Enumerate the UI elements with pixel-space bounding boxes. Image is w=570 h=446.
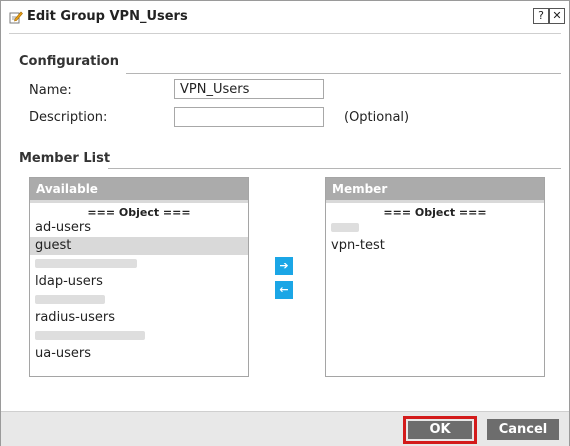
available-item-ua-users[interactable]: ua-users bbox=[30, 345, 248, 363]
redacted-text bbox=[331, 223, 359, 232]
edit-icon bbox=[9, 9, 23, 24]
redacted-text bbox=[35, 331, 145, 340]
description-input[interactable] bbox=[174, 107, 324, 127]
edit-group-dialog: Edit Group VPN_Users ? ✕ Configuration N… bbox=[0, 0, 570, 446]
member-list[interactable]: Member === Object === vpn-test bbox=[325, 177, 545, 377]
member-list-section-title: Member List bbox=[19, 151, 111, 166]
name-input[interactable] bbox=[174, 79, 324, 99]
available-item-ldap-users[interactable]: ldap-users bbox=[30, 273, 248, 291]
available-item-ad-users[interactable]: ad-users bbox=[30, 219, 248, 237]
dialog-title: Edit Group VPN_Users bbox=[27, 9, 188, 24]
arrow-right-icon: ➔ bbox=[279, 259, 289, 272]
configuration-divider bbox=[126, 73, 561, 74]
available-item-radius-users[interactable]: radius-users bbox=[30, 309, 248, 327]
name-label: Name: bbox=[29, 83, 72, 98]
redacted-text bbox=[35, 259, 137, 268]
available-item-guest[interactable]: guest bbox=[30, 237, 248, 255]
title-bar: Edit Group VPN_Users ? ✕ bbox=[1, 1, 569, 33]
member-item-vpn-test[interactable]: vpn-test bbox=[326, 237, 544, 255]
available-item-redacted[interactable] bbox=[30, 327, 248, 345]
redacted-text bbox=[35, 295, 105, 304]
cancel-button[interactable]: Cancel bbox=[487, 419, 559, 440]
available-item-redacted[interactable] bbox=[30, 255, 248, 273]
available-list-header: Available bbox=[30, 178, 248, 200]
list-header-separator bbox=[326, 200, 544, 203]
remove-from-member-button[interactable]: ← bbox=[275, 281, 293, 299]
dialog-footer: OK Cancel bbox=[1, 411, 569, 446]
list-header-separator bbox=[30, 200, 248, 203]
description-label: Description: bbox=[29, 110, 108, 125]
ok-button-highlight: OK bbox=[403, 416, 477, 444]
available-item-redacted[interactable] bbox=[30, 291, 248, 309]
member-list-header: Member bbox=[326, 178, 544, 200]
arrow-left-icon: ← bbox=[279, 283, 289, 296]
member-item-redacted[interactable] bbox=[326, 219, 544, 237]
help-button[interactable]: ? bbox=[533, 8, 549, 24]
close-button[interactable]: ✕ bbox=[549, 8, 565, 24]
member-list-divider bbox=[108, 168, 561, 169]
configuration-section-title: Configuration bbox=[19, 54, 119, 69]
dialog-body: Configuration Name: Description: (Option… bbox=[9, 33, 561, 404]
add-to-member-button[interactable]: ➔ bbox=[275, 257, 293, 275]
ok-button[interactable]: OK bbox=[408, 421, 472, 439]
available-list[interactable]: Available === Object === ad-users guest … bbox=[29, 177, 249, 377]
optional-hint: (Optional) bbox=[344, 110, 410, 125]
